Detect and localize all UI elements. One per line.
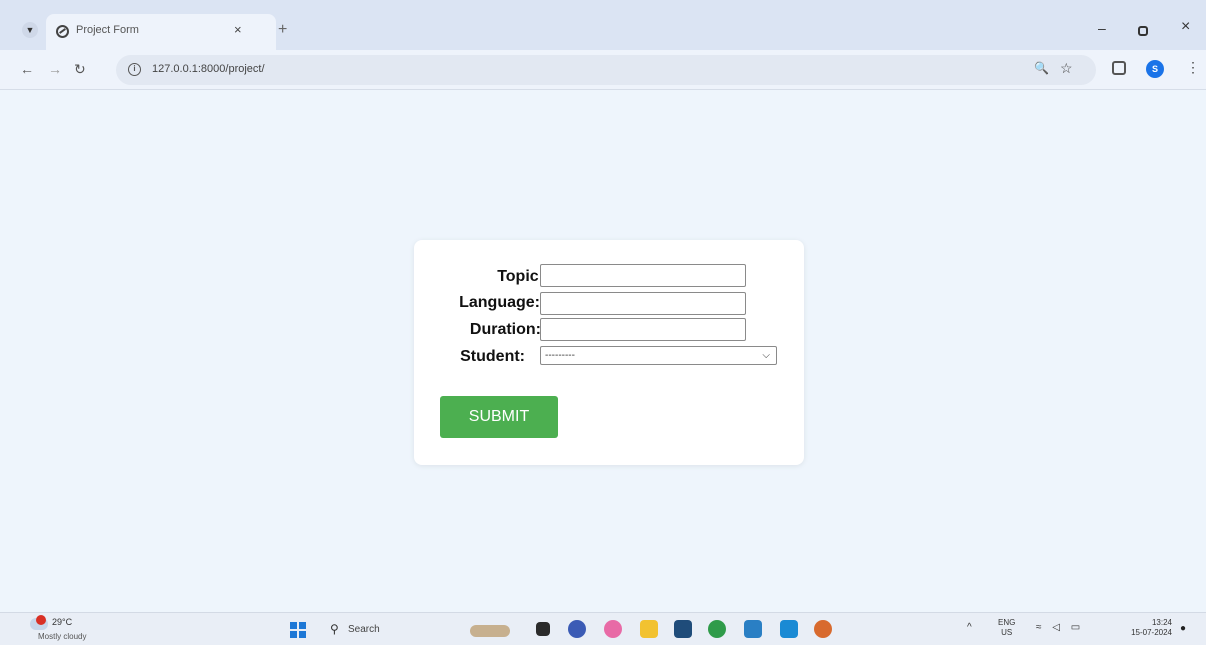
taskbar-search[interactable]: ⚲ Search — [322, 619, 426, 641]
star-icon[interactable]: ☆ — [1060, 60, 1073, 77]
clock-date[interactable]: 15-07-2024 — [1124, 628, 1172, 637]
student-select[interactable]: --------- ⌵ — [540, 346, 777, 365]
lang-bottom: US — [1001, 628, 1013, 637]
url-text[interactable]: 127.0.0.1:8000/project/ — [152, 63, 265, 75]
language-input[interactable] — [540, 292, 746, 315]
menu-icon[interactable]: ⋮ — [1186, 59, 1200, 76]
browser-toolbar: ← → ↻ i 127.0.0.1:8000/project/ 🔍 ☆ — [0, 50, 1206, 90]
weather-alert-icon — [36, 615, 46, 625]
chevron-down-icon: ⌵ — [762, 350, 770, 361]
copilot-icon[interactable] — [604, 620, 622, 638]
topic-input[interactable] — [540, 264, 746, 287]
chrome-icon[interactable] — [708, 620, 726, 638]
duration-input[interactable] — [540, 318, 746, 341]
profile-icon[interactable]: S — [1146, 60, 1164, 78]
project-form-card: Topic: Language: Duration: Student: ----… — [414, 240, 804, 465]
media-icon[interactable] — [536, 622, 550, 636]
tab-search-button[interactable]: ▼ — [22, 22, 38, 38]
bell-icon[interactable]: ● — [1180, 623, 1186, 634]
tab-title: Project Form — [76, 24, 139, 36]
search-label: Search — [348, 624, 380, 635]
tray-chevron-icon[interactable]: ^ — [967, 622, 972, 633]
new-tab-button[interactable]: + — [278, 22, 287, 38]
extensions-icon[interactable] — [1112, 61, 1126, 75]
store-icon[interactable] — [674, 620, 692, 638]
maximize-button[interactable] — [1138, 26, 1148, 36]
weather-desc[interactable]: Mostly cloudy — [38, 632, 86, 641]
language-label: Language: — [459, 294, 540, 311]
back-button[interactable]: ← — [20, 61, 34, 77]
mail-icon[interactable] — [744, 620, 762, 638]
submit-button[interactable]: SUBMIT — [440, 396, 558, 438]
search-icon: ⚲ — [330, 622, 339, 636]
student-label: Student: — [460, 348, 525, 365]
duration-label: Duration: — [469, 321, 541, 338]
tab-project-form[interactable]: Project Form × — [46, 14, 276, 50]
language-indicator[interactable]: ENG US — [998, 618, 1015, 638]
taskbar: 29°C Mostly cloudy ⚲ Search ^ ENG US ≈ ◁… — [0, 612, 1206, 645]
weather-temp[interactable]: 29°C — [52, 617, 72, 627]
favicon-icon — [56, 25, 69, 38]
close-window-button[interactable]: × — [1181, 18, 1190, 36]
vscode-icon[interactable] — [780, 620, 798, 638]
files-icon[interactable] — [640, 620, 658, 638]
lang-top: ENG — [998, 618, 1016, 627]
chat-icon[interactable] — [568, 620, 586, 638]
forward-button[interactable]: → — [48, 61, 62, 77]
site-info-icon[interactable]: i — [128, 63, 141, 76]
wifi-volume-battery-icons[interactable]: ≈ ◁ ▭ — [1036, 622, 1084, 633]
windows-start-icon[interactable] — [290, 622, 306, 638]
tab-strip: ▼ Project Form × + – × — [0, 0, 1206, 50]
explorer-icon[interactable] — [470, 625, 510, 637]
topic-label: Topic: — [497, 268, 544, 285]
address-bar[interactable]: i 127.0.0.1:8000/project/ 🔍 ☆ — [116, 55, 1096, 85]
edge-icon[interactable] — [814, 620, 832, 638]
reload-button[interactable]: ↻ — [74, 61, 86, 77]
zoom-icon[interactable]: 🔍 — [1034, 61, 1049, 75]
minimize-button[interactable]: – — [1098, 20, 1106, 36]
clock-time[interactable]: 13:24 — [1148, 618, 1172, 628]
tab-close-icon[interactable]: × — [234, 22, 242, 37]
student-select-value: --------- — [545, 350, 575, 361]
